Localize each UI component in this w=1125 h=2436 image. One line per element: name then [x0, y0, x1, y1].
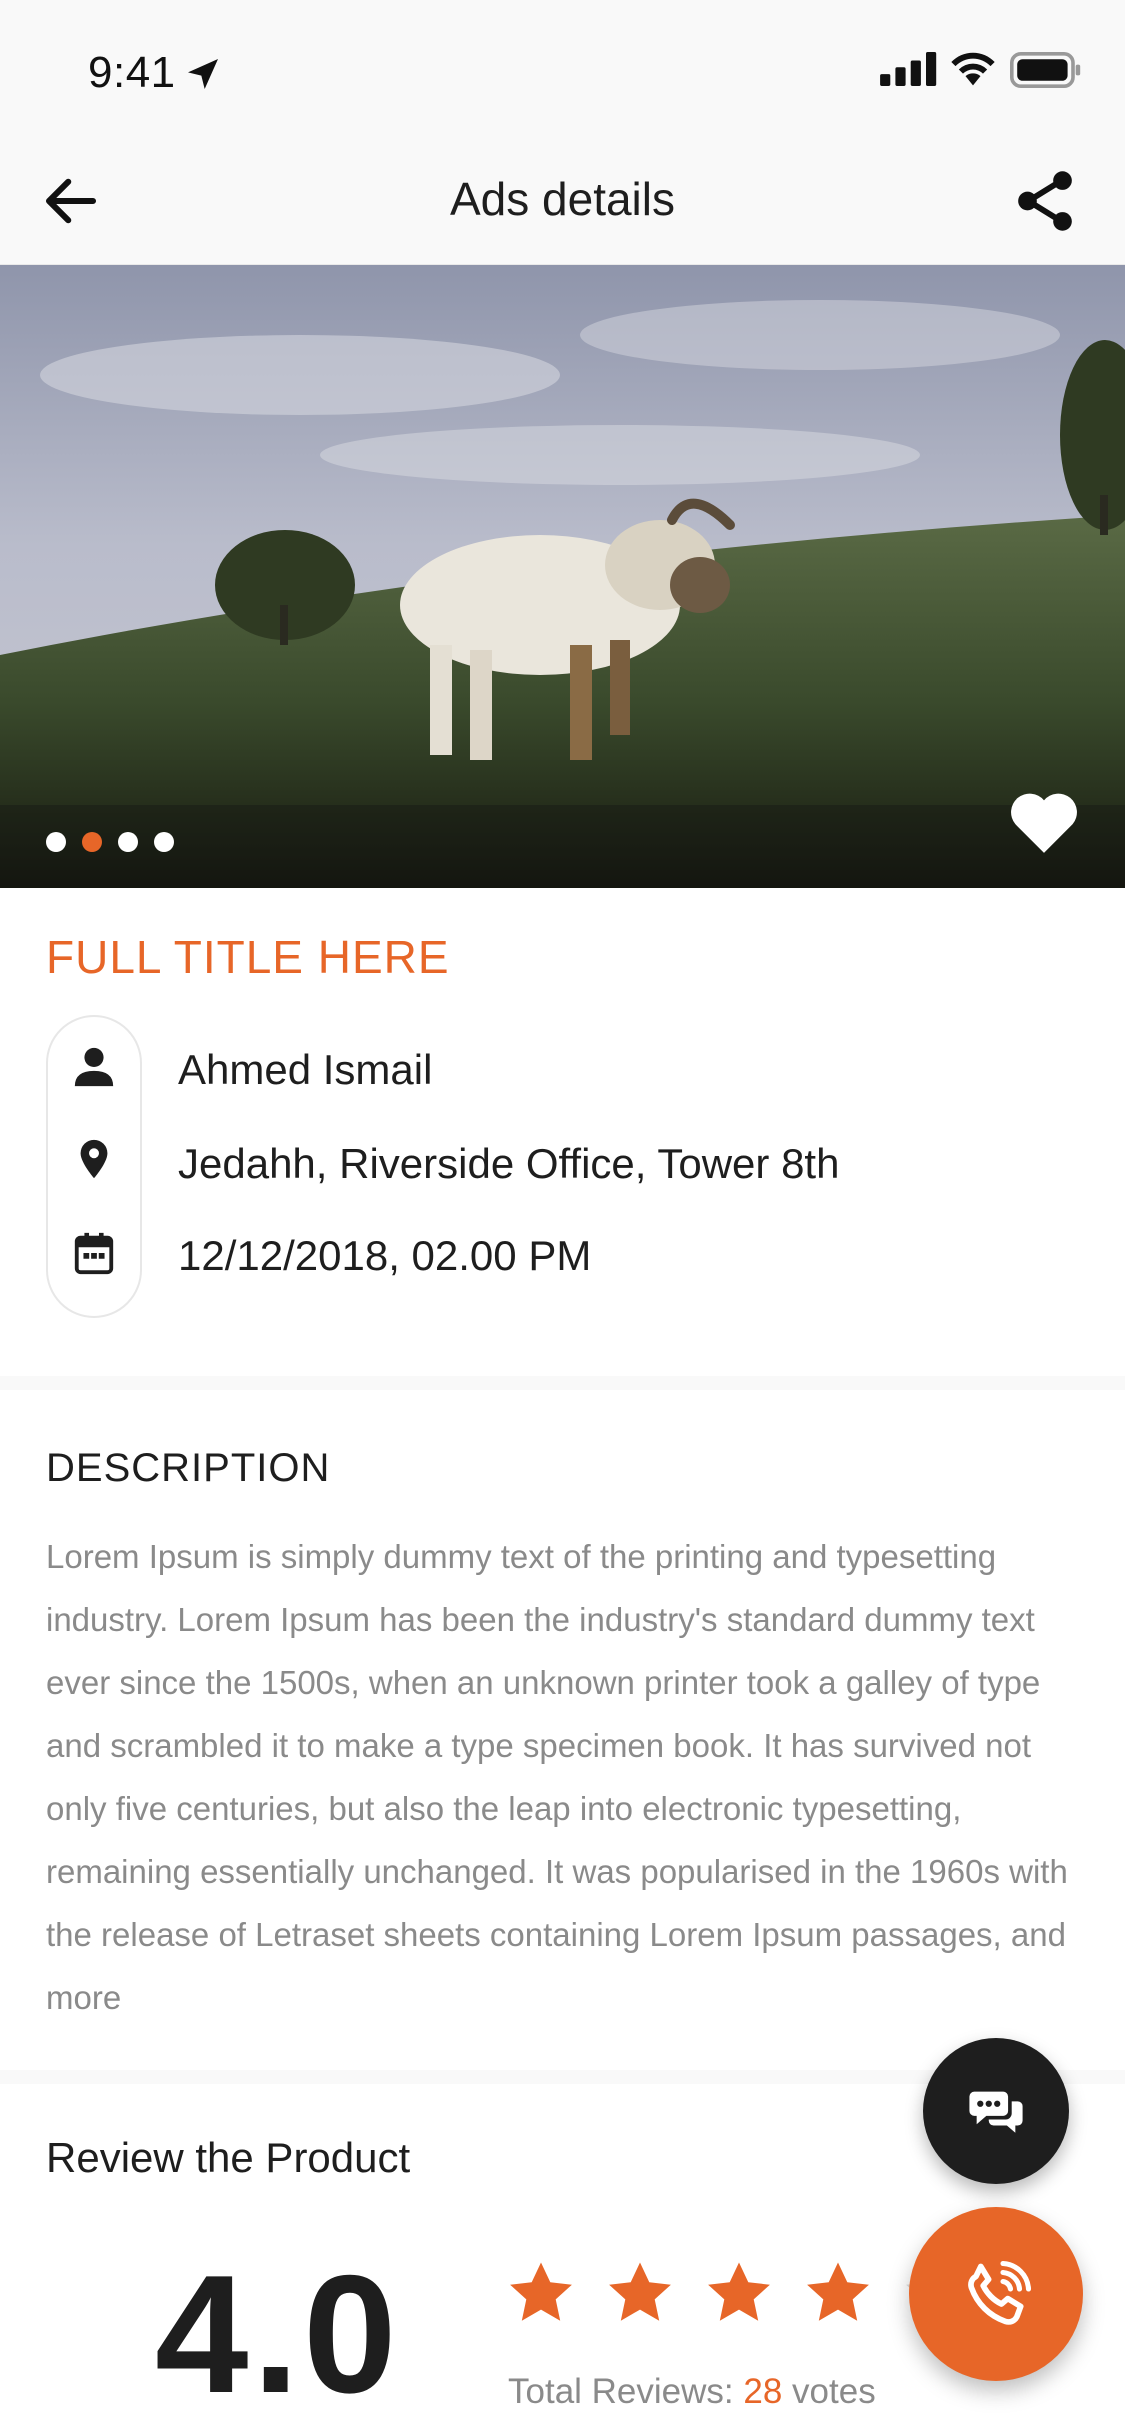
ad-location: Jedahh, Riverside Office, Tower 8th [178, 1140, 840, 1187]
chat-icon [969, 2091, 1023, 2133]
total-reviews-count: 28 [743, 2372, 783, 2411]
description-heading: DESCRIPTION [46, 1446, 331, 1490]
total-reviews: Total Reviews: 28 votes [508, 2372, 876, 2412]
location-arrow-icon [188, 59, 218, 89]
calendar-icon [74, 1232, 114, 1275]
status-time: 9:41 [88, 48, 176, 97]
chat-button[interactable] [923, 2038, 1069, 2184]
star-filled-icon[interactable] [802, 2258, 874, 2330]
gallery-dot[interactable] [46, 832, 66, 852]
person-icon [74, 1047, 114, 1087]
total-reviews-votes: votes [792, 2372, 876, 2411]
seller-name: Ahmed Ismail [178, 1046, 433, 1093]
description-text: Lorem Ipsum is simply dummy text of the … [46, 1538, 1068, 2016]
star-filled-icon[interactable] [703, 2258, 775, 2330]
gallery-dot-active[interactable] [82, 832, 102, 852]
star-filled-icon[interactable] [604, 2258, 676, 2330]
battery-icon [1010, 52, 1081, 88]
map-pin-icon [80, 1139, 108, 1179]
gallery-dot[interactable] [118, 832, 138, 852]
gallery-pagination [46, 832, 174, 852]
rating-value: 4.0 [155, 2240, 401, 2428]
ad-title: FULL TITLE HERE [46, 931, 450, 983]
ad-datetime: 12/12/2018, 02.00 PM [178, 1232, 592, 1279]
total-reviews-label: Total Reviews: [508, 2372, 734, 2411]
heart-icon[interactable] [1005, 786, 1083, 856]
review-heading: Review the Product [46, 2134, 411, 2181]
phone-icon [968, 2260, 1032, 2325]
page-title: Ads details [449, 173, 675, 225]
gallery-dot[interactable] [154, 832, 174, 852]
section-divider [0, 1376, 1125, 1390]
call-button[interactable] [909, 2207, 1083, 2381]
star-filled-icon[interactable] [505, 2258, 577, 2330]
cellular-signal-icon [880, 52, 937, 86]
ad-photo[interactable] [0, 265, 1125, 888]
rating-stars[interactable] [505, 2258, 973, 2330]
wifi-icon [951, 52, 995, 86]
share-icon[interactable] [1010, 166, 1080, 236]
